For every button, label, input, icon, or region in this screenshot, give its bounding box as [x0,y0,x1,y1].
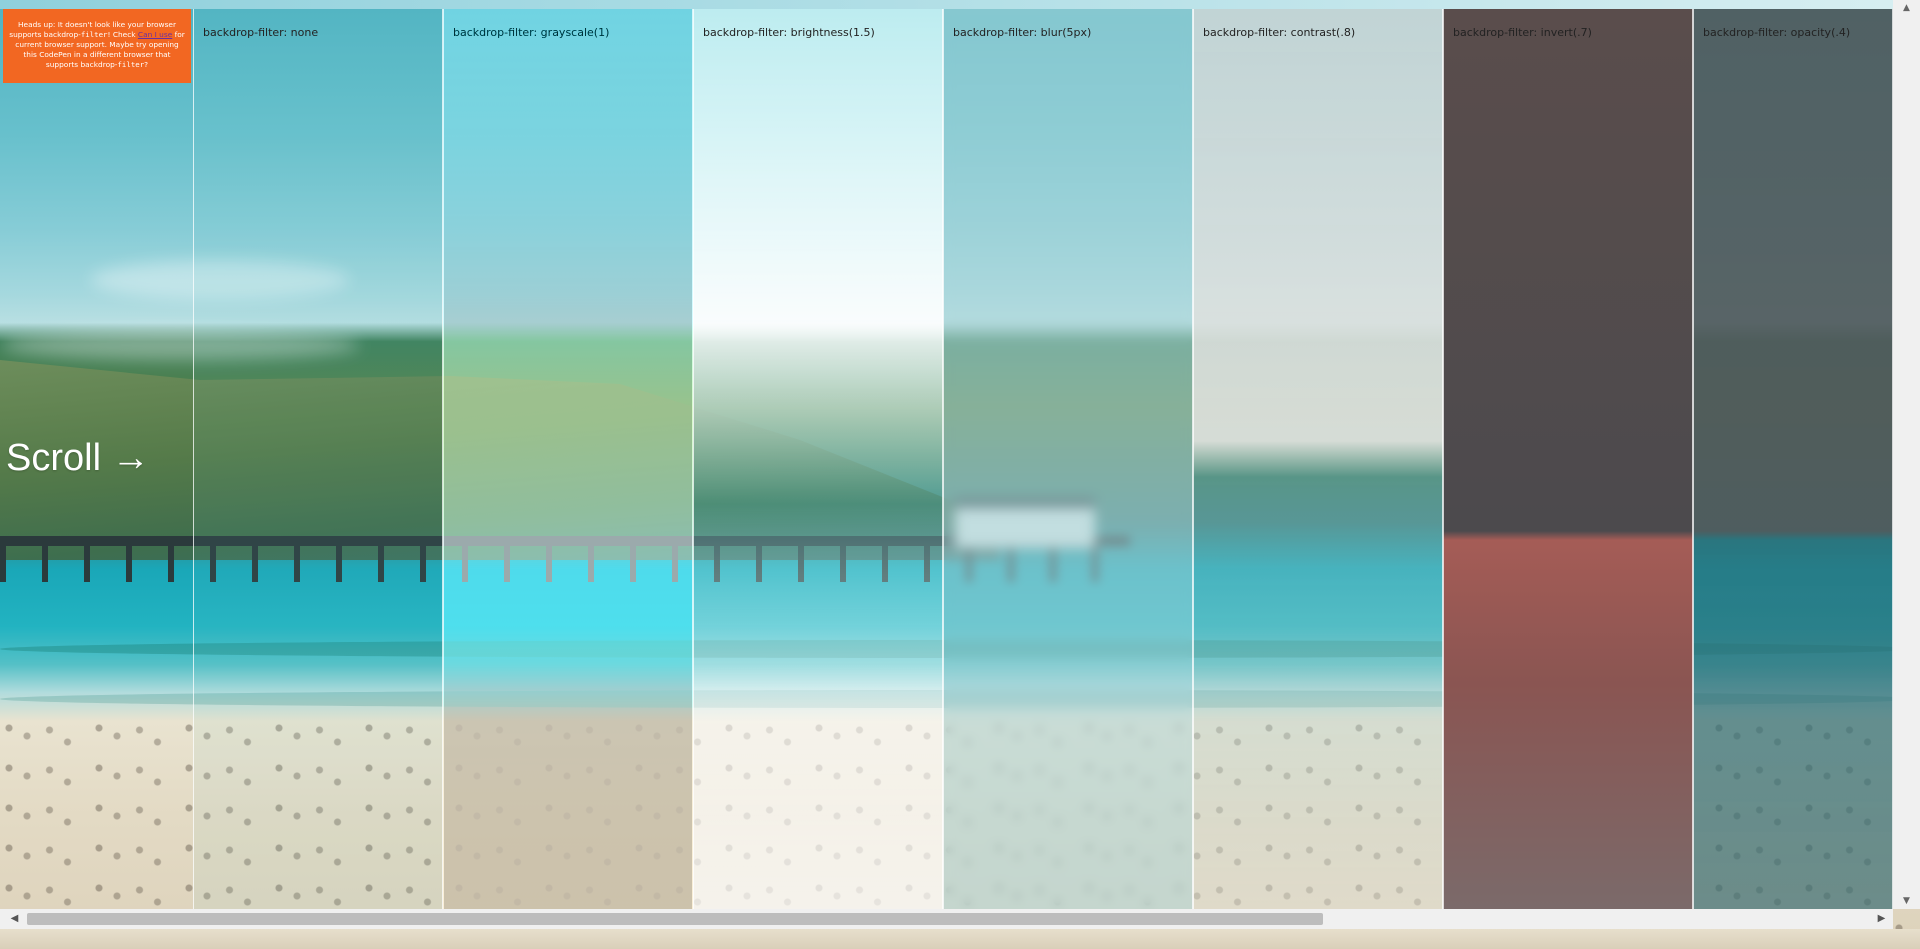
scroll-down-arrow-icon[interactable]: ▼ [1893,893,1920,909]
page-canvas: Heads up: It doesn't look like your brow… [0,0,1920,949]
panel-label: backdrop-filter: grayscale(1) [453,26,610,39]
panel-label: backdrop-filter: invert(.7) [1453,26,1592,39]
scroll-up-arrow-icon[interactable]: ▲ [1893,0,1920,16]
warning-text: ! Check [107,30,138,39]
top-strip [0,0,1893,9]
scrollbar-thumb[interactable] [27,913,1323,925]
panel-label: backdrop-filter: brightness(1.5) [703,26,875,39]
panel-label: backdrop-filter: opacity(.4) [1703,26,1851,39]
scroll-right-arrow-icon[interactable]: ▶ [1873,909,1890,929]
warning-code: filter [80,30,108,39]
panel-invert: backdrop-filter: invert(.7) [1443,9,1693,909]
panel-label: backdrop-filter: blur(5px) [953,26,1092,39]
panel-none: backdrop-filter: none [193,9,443,909]
vertical-scrollbar[interactable]: ▲ ▼ [1893,0,1920,909]
panel-brightness: backdrop-filter: brightness(1.5) [693,9,943,909]
panel-opacity: backdrop-filter: opacity(.4) [1693,9,1893,909]
bottom-strip [0,929,1920,949]
can-i-use-link[interactable]: Can I use [138,30,172,39]
horizontal-scrollbar[interactable]: ◀ ▶ [0,909,1893,929]
panel-label: backdrop-filter: contrast(.8) [1203,26,1356,39]
panel-blur: backdrop-filter: blur(5px) [943,9,1193,909]
panel-label: backdrop-filter: none [203,26,319,39]
browser-support-warning: Heads up: It doesn't look like your brow… [3,9,191,83]
warning-text: ? [144,60,149,69]
scroll-hint: Scroll → [6,437,150,479]
panel-contrast: backdrop-filter: contrast(.8) [1193,9,1443,909]
warning-code: filter [117,60,145,69]
scroll-left-arrow-icon[interactable]: ◀ [6,909,23,929]
panel-grayscale: backdrop-filter: grayscale(1) [443,9,693,909]
